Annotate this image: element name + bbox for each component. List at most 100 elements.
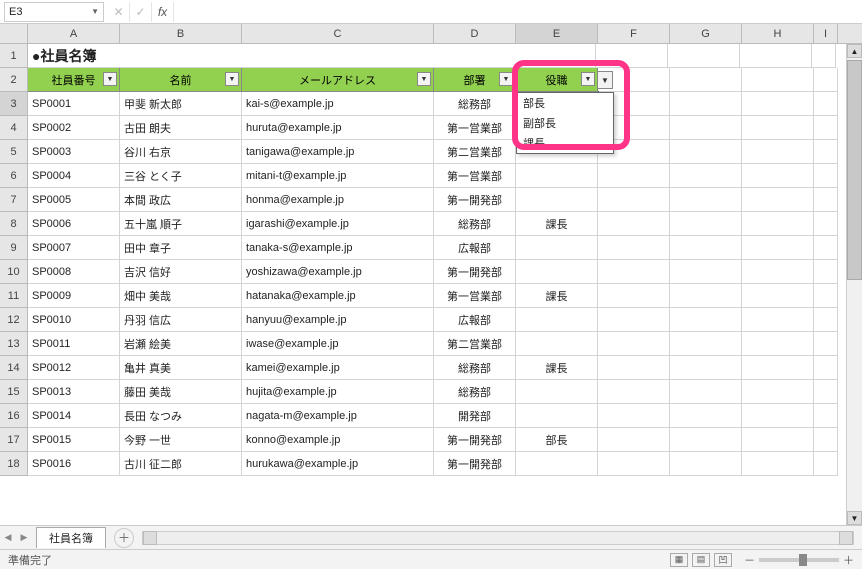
cell-name[interactable]: 甲斐 新太郎 (120, 92, 242, 116)
col-header-A[interactable]: A (28, 24, 120, 43)
cell-id[interactable]: SP0016 (28, 452, 120, 476)
cell-name[interactable]: 丹羽 信広 (120, 308, 242, 332)
cell[interactable] (742, 428, 814, 452)
cell-id[interactable]: SP0011 (28, 332, 120, 356)
cell[interactable] (814, 452, 838, 476)
cell-role[interactable] (516, 164, 598, 188)
cell-id[interactable]: SP0002 (28, 116, 120, 140)
row-header-1[interactable]: 1 (0, 44, 28, 68)
cell[interactable] (598, 404, 670, 428)
cell[interactable] (742, 356, 814, 380)
cell[interactable] (598, 260, 670, 284)
cell[interactable] (742, 92, 814, 116)
validation-dropdown-button[interactable]: ▼ (597, 71, 613, 89)
col-header-D[interactable]: D (434, 24, 516, 43)
col-header-I[interactable]: I (814, 24, 838, 43)
row-header-17[interactable]: 17 (0, 428, 28, 452)
row-header-14[interactable]: 14 (0, 356, 28, 380)
cell-name[interactable]: 三谷 とく子 (120, 164, 242, 188)
cell-dept[interactable]: 第二営業部 (434, 332, 516, 356)
cell[interactable] (814, 284, 838, 308)
cell[interactable] (668, 44, 740, 68)
cell-email[interactable]: kamei@example.jp (242, 356, 434, 380)
cell-name[interactable]: 亀井 真美 (120, 356, 242, 380)
add-sheet-button[interactable]: ＋ (114, 528, 134, 548)
cell[interactable] (598, 164, 670, 188)
cell-role[interactable] (516, 404, 598, 428)
cell-name[interactable]: 岩瀬 絵美 (120, 332, 242, 356)
cell[interactable] (670, 236, 742, 260)
cell-dept[interactable]: 第一開発部 (434, 452, 516, 476)
cell[interactable] (814, 428, 838, 452)
cell-id[interactable]: SP0013 (28, 380, 120, 404)
cell-name[interactable]: 五十嵐 順子 (120, 212, 242, 236)
cell-email[interactable]: nagata-m@example.jp (242, 404, 434, 428)
cell-name[interactable]: 古川 征二郎 (120, 452, 242, 476)
cell-role[interactable] (516, 188, 598, 212)
cell[interactable] (670, 260, 742, 284)
cell-role[interactable] (516, 308, 598, 332)
name-box[interactable]: E3 ▼ (4, 2, 104, 22)
cell[interactable] (814, 116, 838, 140)
cell[interactable] (814, 212, 838, 236)
cell-dept[interactable]: 第一開発部 (434, 260, 516, 284)
cell[interactable] (670, 332, 742, 356)
scroll-thumb[interactable] (847, 60, 862, 280)
cell[interactable] (742, 284, 814, 308)
filter-icon[interactable]: ▼ (417, 72, 431, 86)
page-break-view-icon[interactable]: 凹 (714, 553, 732, 567)
filter-icon[interactable]: ▼ (103, 72, 117, 86)
col-header-G[interactable]: G (670, 24, 742, 43)
cell[interactable] (670, 68, 742, 92)
filter-icon[interactable]: ▼ (499, 72, 513, 86)
cell[interactable] (814, 164, 838, 188)
cell-email[interactable]: hurukawa@example.jp (242, 452, 434, 476)
row-header-12[interactable]: 12 (0, 308, 28, 332)
cell-name[interactable]: 今野 一世 (120, 428, 242, 452)
cell-name[interactable]: 田中 章子 (120, 236, 242, 260)
cell[interactable] (742, 68, 814, 92)
cell-id[interactable]: SP0007 (28, 236, 120, 260)
horizontal-scrollbar[interactable] (142, 531, 854, 545)
cell[interactable] (598, 452, 670, 476)
row-header-18[interactable]: 18 (0, 452, 28, 476)
cell[interactable] (742, 260, 814, 284)
cell-dept[interactable]: 広報部 (434, 308, 516, 332)
cell[interactable] (742, 452, 814, 476)
cell-name[interactable]: 長田 なつみ (120, 404, 242, 428)
row-header-16[interactable]: 16 (0, 404, 28, 428)
cell-id[interactable]: SP0003 (28, 140, 120, 164)
cell-id[interactable]: SP0010 (28, 308, 120, 332)
row-header-4[interactable]: 4 (0, 116, 28, 140)
scroll-down-icon[interactable]: ▼ (847, 511, 862, 525)
row-header-7[interactable]: 7 (0, 188, 28, 212)
dropdown-option[interactable]: 部長 (517, 93, 613, 113)
cell-name[interactable]: 藤田 美哉 (120, 380, 242, 404)
cell[interactable] (598, 188, 670, 212)
cell[interactable] (740, 44, 812, 68)
cell[interactable] (742, 116, 814, 140)
cell[interactable] (598, 356, 670, 380)
normal-view-icon[interactable]: ▦ (670, 553, 688, 567)
zoom-in-button[interactable]: ＋ (843, 552, 854, 568)
sheet-tab[interactable]: 社員名簿 (36, 527, 106, 548)
cell[interactable] (670, 308, 742, 332)
cell-id[interactable]: SP0004 (28, 164, 120, 188)
cell[interactable] (598, 380, 670, 404)
cell-dept[interactable]: 第一開発部 (434, 428, 516, 452)
cell-id[interactable]: SP0005 (28, 188, 120, 212)
cell[interactable] (814, 404, 838, 428)
cell-role[interactable]: 部長 (516, 428, 598, 452)
cell-dept[interactable]: 第一営業部 (434, 284, 516, 308)
row-header-8[interactable]: 8 (0, 212, 28, 236)
cell[interactable] (598, 332, 670, 356)
cell-email[interactable]: tanaka-s@example.jp (242, 236, 434, 260)
cell-email[interactable]: honma@example.jp (242, 188, 434, 212)
cell[interactable] (670, 140, 742, 164)
cell[interactable] (814, 188, 838, 212)
cell[interactable] (596, 44, 668, 68)
cell-name[interactable]: 谷川 右京 (120, 140, 242, 164)
cell-role[interactable]: 課長 (516, 284, 598, 308)
cell-email[interactable]: konno@example.jp (242, 428, 434, 452)
cell[interactable] (814, 260, 838, 284)
